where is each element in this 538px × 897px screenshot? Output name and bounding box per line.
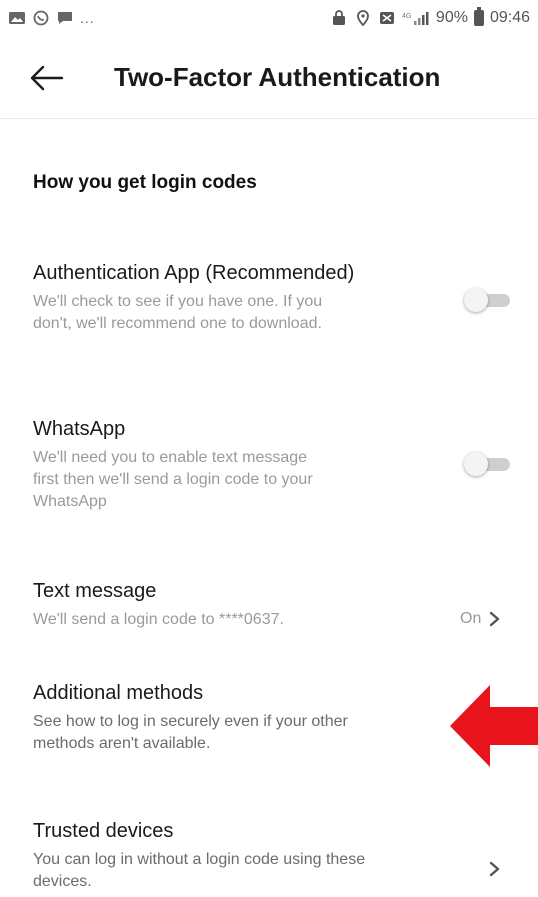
chevron-right-icon[interactable]: [488, 610, 502, 628]
whatsapp-option[interactable]: WhatsApp We'll need you to enable text m…: [33, 418, 513, 513]
signal-icon: 4G: [402, 12, 429, 25]
battery-icon: [473, 7, 484, 26]
gallery-icon: [9, 12, 25, 24]
auth-app-desc-line: We'll check to see if you have one. If y…: [33, 293, 323, 310]
whatsapp-desc-line: first then we'll send a login code to yo…: [33, 471, 313, 488]
chevron-right-icon[interactable]: [488, 860, 502, 878]
whatsapp-title: WhatsApp: [33, 418, 126, 440]
text-message-status: On: [460, 610, 482, 627]
additional-methods-title: Additional methods: [33, 682, 204, 704]
trusted-devices-desc-line: You can log in without a login code usin…: [33, 851, 366, 868]
message-icon: [58, 12, 72, 24]
auth-app-desc-line: don't, we'll recommend one to download.: [33, 315, 322, 332]
trusted-devices-desc: You can log in without a login code usin…: [33, 849, 463, 893]
trusted-devices-option[interactable]: Trusted devices You can log in without a…: [33, 820, 513, 893]
whatsapp-desc: We'll need you to enable text message fi…: [33, 447, 423, 513]
back-arrow-icon[interactable]: [28, 62, 64, 94]
status-right: 4G 90% 09:46: [330, 7, 530, 27]
whatsapp-desc-line: WhatsApp: [33, 493, 107, 510]
text-message-desc: We'll send a login code to ****0637.: [33, 609, 423, 631]
whatsapp-desc-line: We'll need you to enable text message: [33, 449, 308, 466]
app-header: Two-Factor Authentication: [0, 48, 538, 108]
battery-percent: 90%: [435, 9, 468, 26]
additional-methods-option[interactable]: Additional methods See how to log in sec…: [33, 682, 513, 755]
toggle-thumb: [464, 452, 488, 476]
text-message-option[interactable]: Text message We'll send a login code to …: [33, 580, 513, 631]
whatsapp-status-icon: [33, 10, 49, 26]
section-title: How you get login codes: [33, 172, 257, 193]
auth-app-title: Authentication App (Recommended): [33, 262, 355, 284]
trusted-devices-desc-line: devices.: [33, 873, 92, 890]
lock-status-icon: [332, 10, 345, 25]
auth-app-option[interactable]: Authentication App (Recommended) We'll c…: [33, 262, 513, 335]
svg-text:4G: 4G: [402, 13, 411, 20]
toggle-thumb: [464, 288, 488, 312]
text-message-title: Text message: [33, 580, 157, 602]
mute-icon: [379, 12, 394, 24]
page-title: Two-Factor Authentication: [114, 62, 441, 92]
auth-app-toggle[interactable]: [464, 288, 510, 312]
auth-app-desc: We'll check to see if you have one. If y…: [33, 291, 423, 335]
location-icon: [357, 10, 369, 26]
status-bar: ... 4G 90% 09:46: [0, 0, 538, 40]
header-divider: [0, 118, 538, 119]
more-notifications: ...: [80, 10, 95, 26]
red-arrow-annotation: [450, 685, 538, 767]
status-time: 09:46: [489, 9, 530, 26]
additional-methods-desc-line: methods aren't available.: [33, 735, 211, 752]
additional-methods-desc: See how to log in securely even if your …: [33, 711, 423, 755]
trusted-devices-title: Trusted devices: [33, 820, 174, 842]
status-left: ...: [8, 10, 95, 26]
whatsapp-toggle[interactable]: [464, 452, 510, 476]
text-message-desc-line: We'll send a login code to ****0637.: [33, 611, 284, 628]
additional-methods-desc-line: See how to log in securely even if your …: [33, 713, 348, 730]
